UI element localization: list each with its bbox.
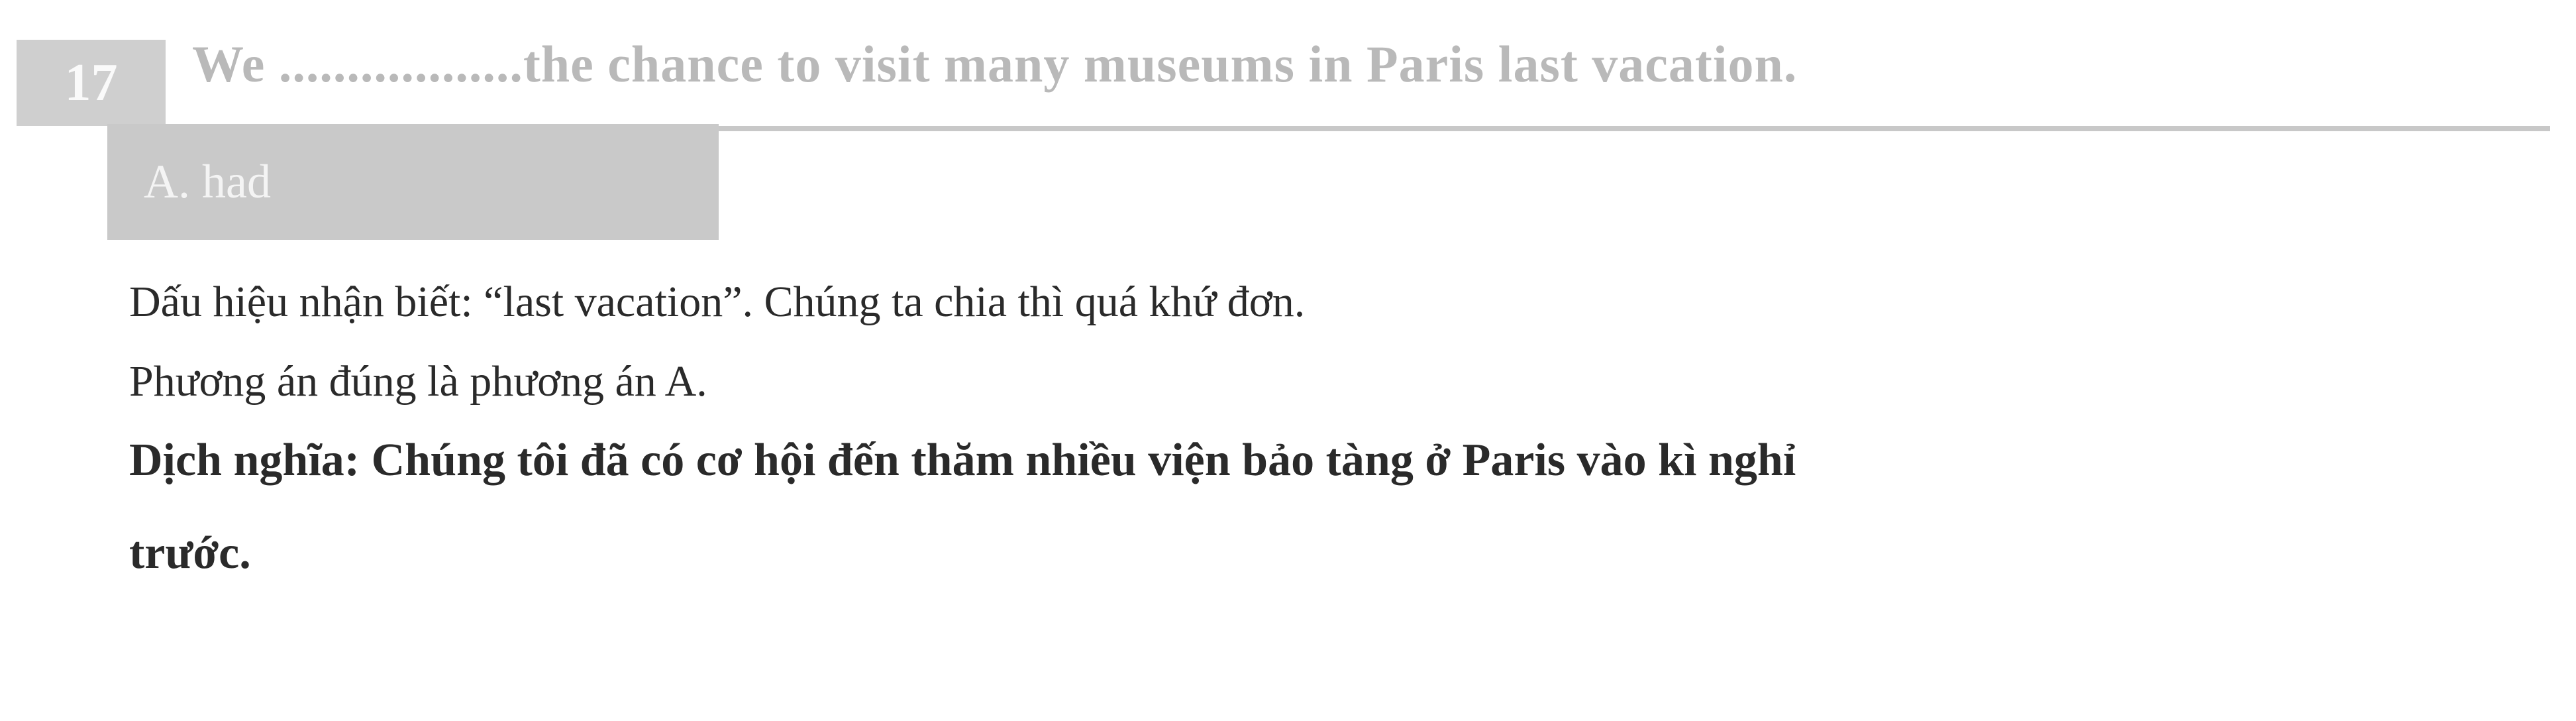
- question-text: We ..................the chance to visit…: [192, 35, 1798, 93]
- explanation-answer: Phương án đúng là phương án A.: [129, 357, 707, 406]
- translation-line-1: Dịch nghĩa: Chúng tôi đã có cơ hội đến t…: [129, 435, 1796, 486]
- explanation-clue: Dấu hiệu nhận biết: “last vacation”. Chú…: [129, 278, 1306, 326]
- translation-line-2: trước.: [129, 527, 251, 579]
- answer-option: A. had: [107, 124, 719, 240]
- question-number: 17: [17, 40, 166, 126]
